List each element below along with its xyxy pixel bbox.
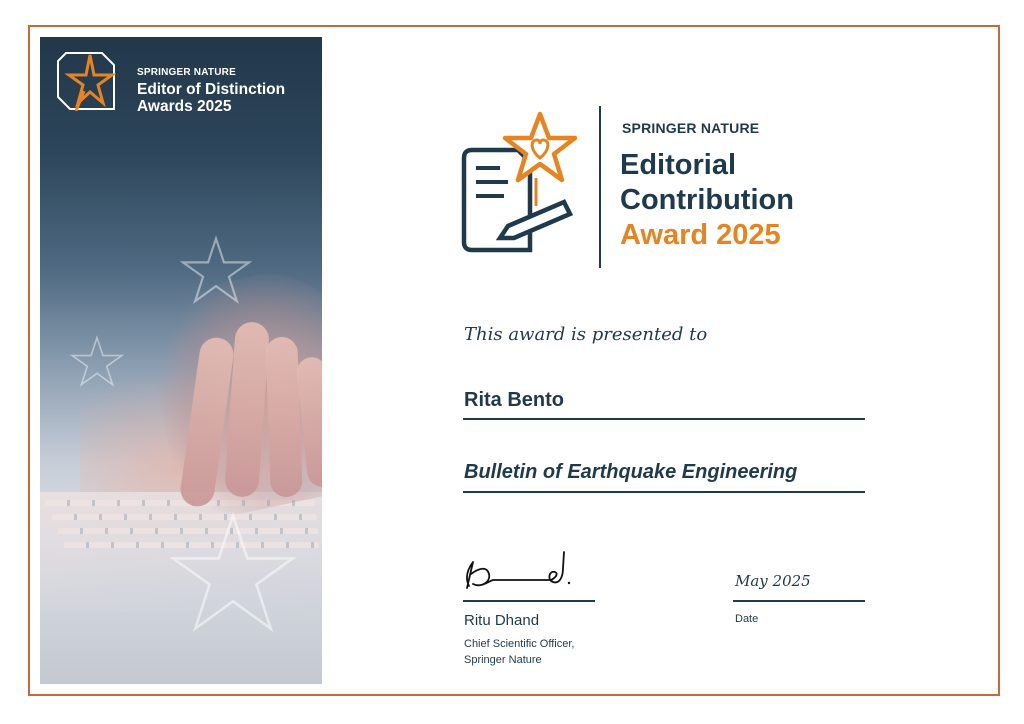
recipient-name: Rita Bento (464, 389, 564, 411)
journal-name: Bulletin of Earthquake Engineering (464, 461, 798, 483)
document-star-heart-icon (461, 111, 578, 253)
signatory-name: Ritu Dhand (464, 612, 540, 629)
star-badge-icon (57, 52, 116, 111)
recipient-underline (463, 418, 865, 420)
hero-photo-panel: SPRINGER NATURE Editor of Distinction Aw… (40, 37, 322, 684)
logo-divider (599, 106, 601, 268)
springer-nature-brand: SPRINGER NATURE (137, 67, 236, 78)
springer-nature-brand: SPRINGER NATURE (622, 120, 760, 136)
star-outline-icon (169, 511, 297, 632)
date-line (733, 600, 865, 602)
presentation-intro: This award is presented to (464, 324, 708, 345)
editor-of-distinction-title: Editor of Distinction Awards 2025 (137, 81, 286, 115)
date-label: Date (735, 613, 759, 625)
star-outline-icon (180, 235, 252, 305)
award-title: Editorial Contribution Award 2025 (620, 149, 794, 251)
signatory-role: Chief Scientific Officer, Springer Natur… (464, 638, 575, 666)
journal-underline (463, 491, 865, 493)
signature-line (463, 600, 595, 602)
award-date: May 2025 (735, 572, 811, 590)
finger-shape (265, 336, 303, 498)
star-outline-icon (70, 335, 124, 387)
handwritten-signature (466, 551, 571, 589)
